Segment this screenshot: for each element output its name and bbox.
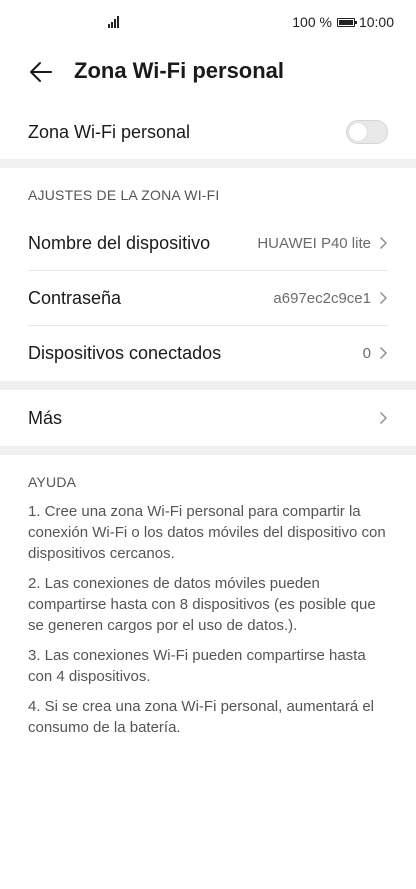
device-name-label: Nombre del dispositivo xyxy=(28,232,211,253)
battery-icon xyxy=(336,17,357,27)
chevron-right-icon xyxy=(380,292,387,304)
settings-section-title: AJUSTES DE LA ZONA WI-FI xyxy=(28,187,220,203)
back-button[interactable] xyxy=(28,59,54,85)
connected-devices-count: 0 xyxy=(362,344,371,362)
help-section-title: AYUDA xyxy=(28,474,77,490)
connected-devices-label: Dispositivos conectados xyxy=(28,342,222,363)
hotspot-toggle-switch[interactable] xyxy=(346,120,388,144)
device-name-value: HUAWEI P40 lite xyxy=(257,234,371,252)
toggle-knob xyxy=(349,123,367,141)
app-header: Zona Wi-Fi personal xyxy=(0,48,416,96)
password-row[interactable]: Contraseña a697ec2c9ce1 xyxy=(28,271,388,325)
password-label: Contraseña xyxy=(28,287,122,308)
battery-percentage: 100 % xyxy=(292,14,332,30)
hotspot-toggle-label: Zona Wi-Fi personal xyxy=(28,121,191,142)
more-label: Más xyxy=(28,407,63,428)
chevron-right-icon xyxy=(380,237,387,249)
connected-devices-row[interactable]: Dispositivos conectados 0 xyxy=(28,326,388,380)
help-item: 3. Las conexiones Wi-Fi pueden compartir… xyxy=(28,647,366,685)
password-value: a697ec2c9ce1 xyxy=(273,289,371,307)
section-separator xyxy=(0,446,416,455)
chevron-right-icon xyxy=(380,347,387,359)
chevron-right-icon xyxy=(380,412,387,424)
help-item: 4. Si se crea una zona Wi-Fi personal, a… xyxy=(28,698,375,736)
status-bar: 100 % 10:00 xyxy=(0,0,416,48)
signal-icon xyxy=(108,14,122,28)
back-arrow-icon xyxy=(30,62,52,82)
help-item: 1. Cree una zona Wi-Fi personal para com… xyxy=(28,503,386,562)
device-name-row[interactable]: Nombre del dispositivo HUAWEI P40 lite xyxy=(28,216,388,270)
section-separator xyxy=(0,159,416,168)
section-separator xyxy=(0,381,416,390)
hotspot-toggle-row[interactable]: Zona Wi-Fi personal xyxy=(28,108,388,156)
clock: 10:00 xyxy=(358,14,394,30)
more-row[interactable]: Más xyxy=(28,391,388,445)
status-right: 100 % 10:00 xyxy=(292,14,394,30)
page-title: Zona Wi-Fi personal xyxy=(74,58,285,83)
help-item: 2. Las conexiones de datos móviles puede… xyxy=(28,575,376,634)
